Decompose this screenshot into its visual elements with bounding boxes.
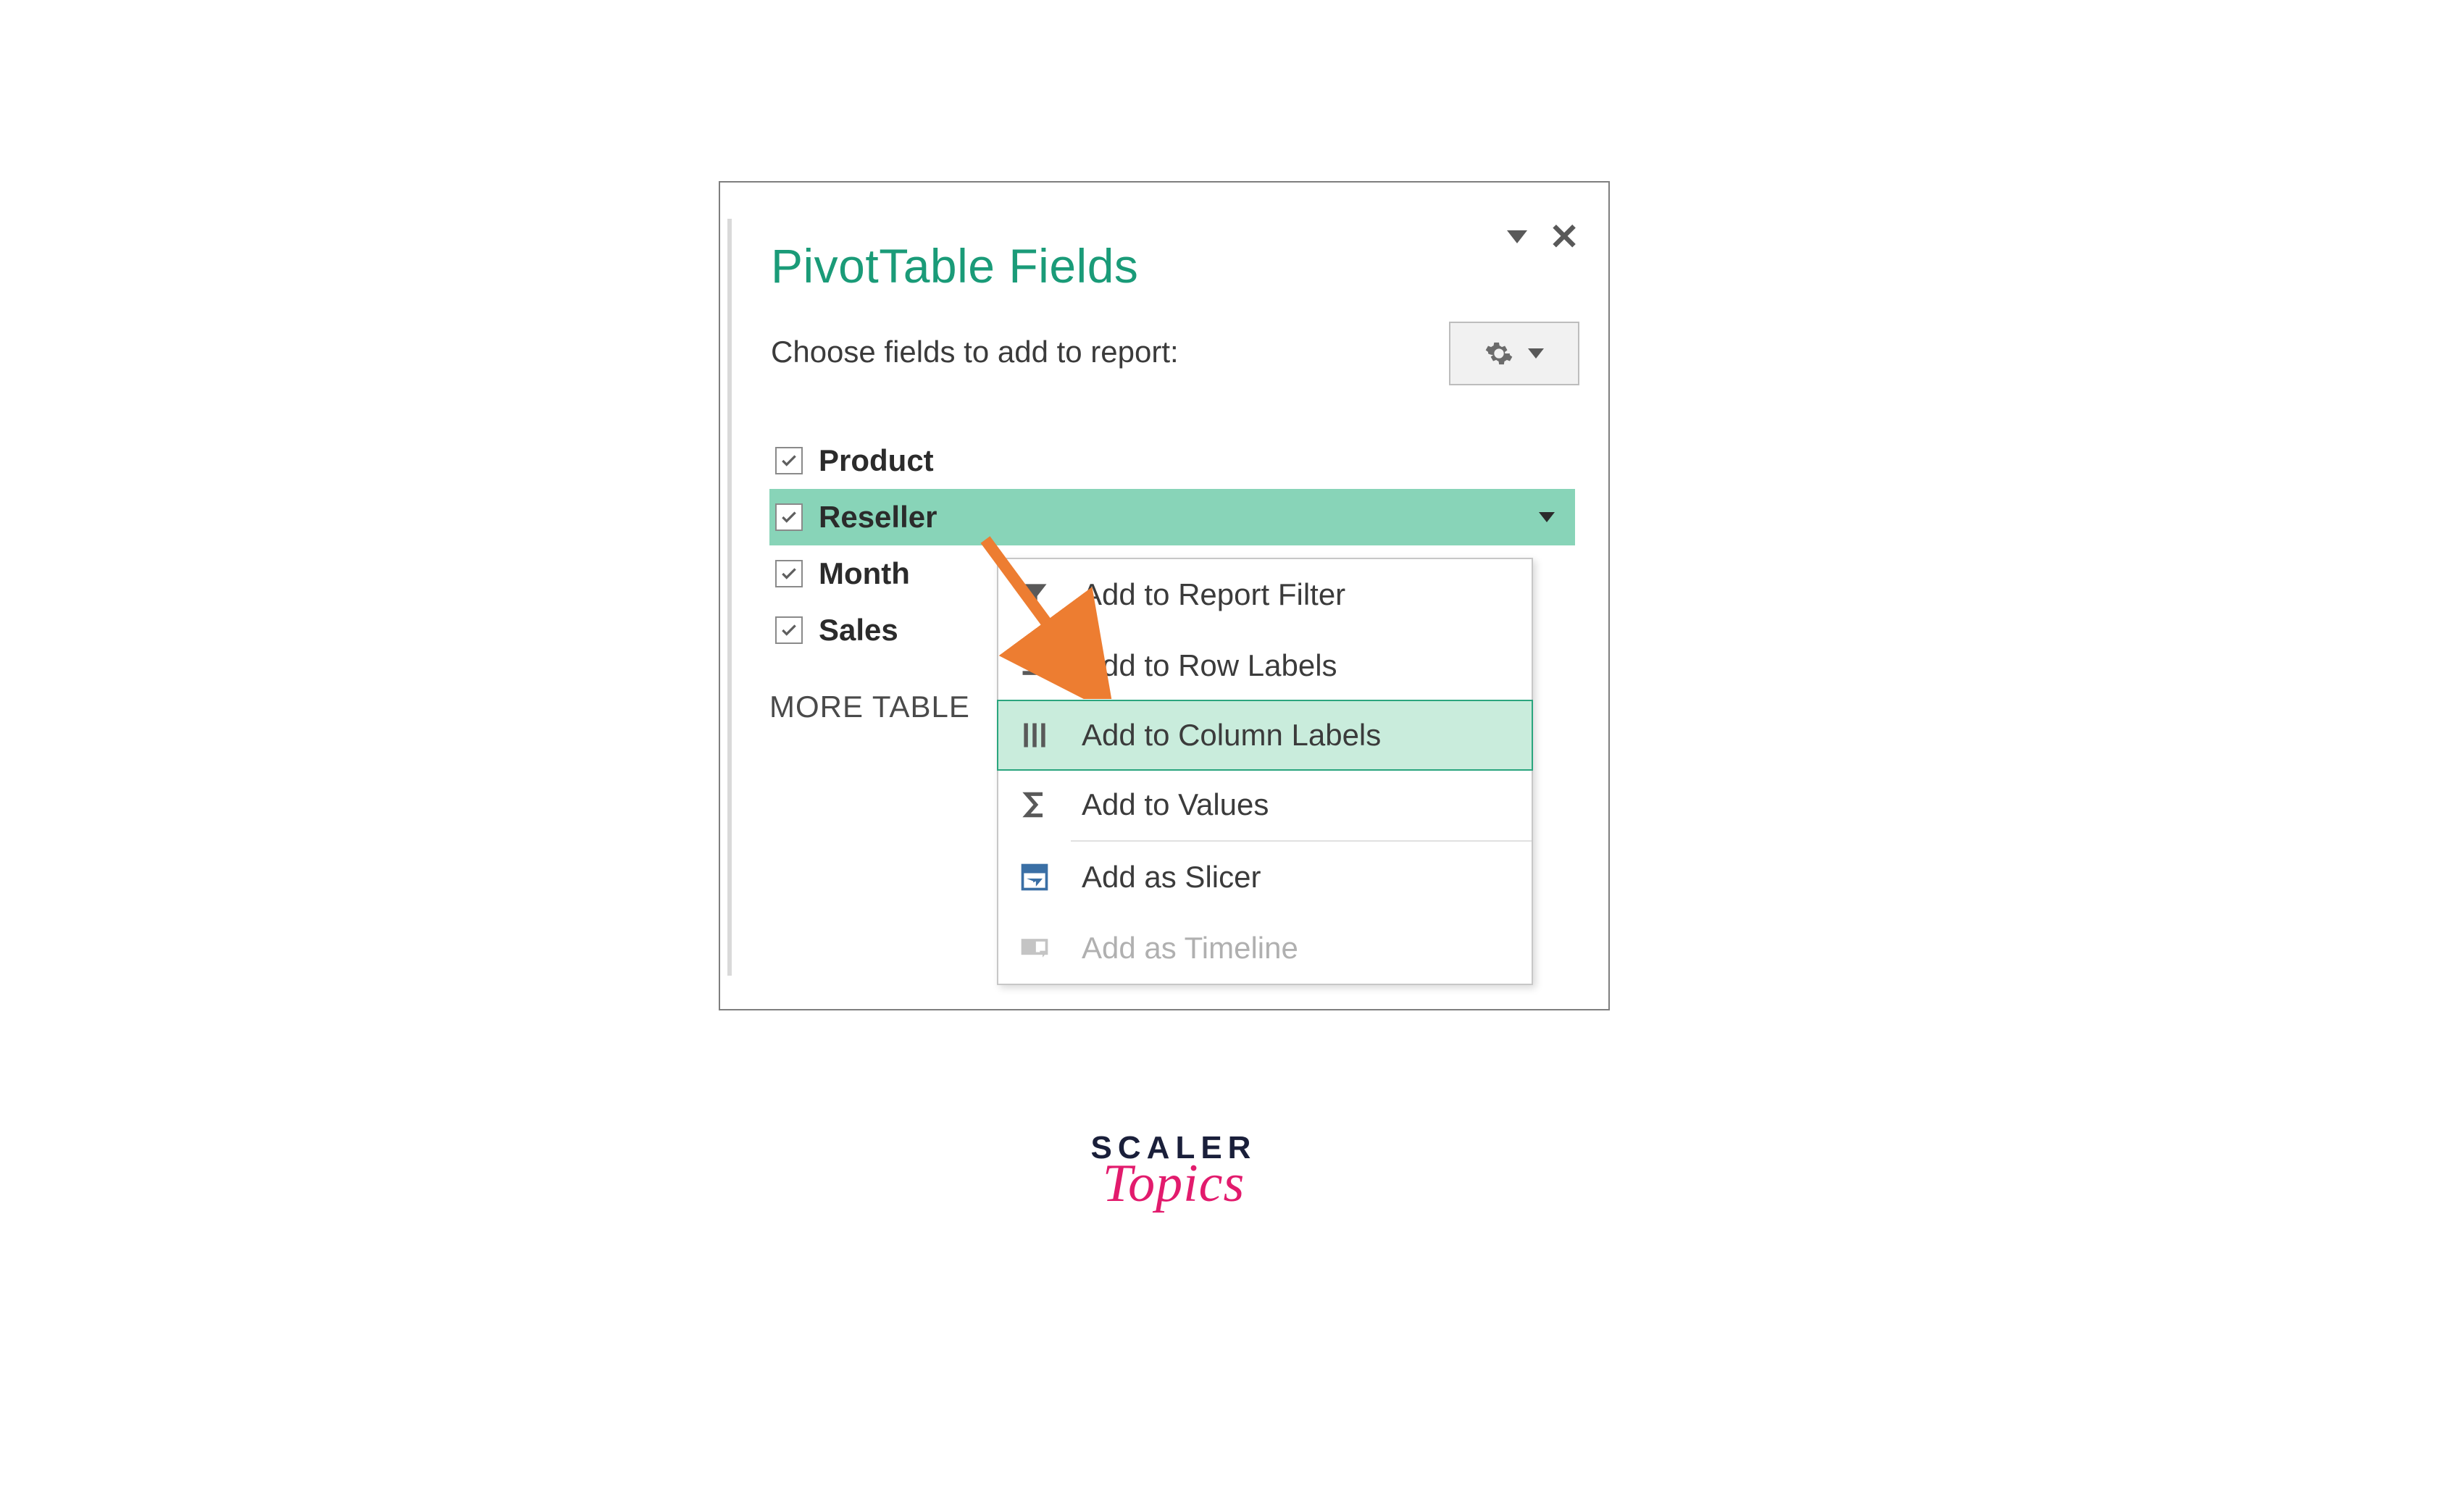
menu-label: Add to Column Labels: [1082, 718, 1381, 753]
panel-drag-handle[interactable]: [727, 219, 732, 976]
row-labels-icon: [1016, 648, 1053, 684]
chevron-down-icon: [1528, 348, 1544, 359]
checkbox-reseller[interactable]: [775, 503, 803, 531]
menu-label: Add to Row Labels: [1082, 648, 1337, 683]
sigma-icon: [1016, 787, 1053, 823]
close-icon[interactable]: ✕: [1549, 219, 1579, 255]
gear-icon: [1484, 339, 1513, 368]
field-label: Product: [819, 443, 934, 478]
menu-item-timeline: Add as Timeline: [998, 913, 1532, 984]
panel-title-actions: ✕: [1507, 219, 1579, 255]
funnel-icon: [1016, 577, 1053, 613]
panel-title: PivotTable Fields: [771, 238, 1138, 293]
menu-item-slicer[interactable]: Add as Slicer: [998, 842, 1532, 913]
field-label: Sales: [819, 613, 898, 648]
field-label: Reseller: [819, 500, 937, 535]
panel-subtitle-row: Choose fields to add to report:: [771, 335, 1579, 369]
field-label: Month: [819, 556, 910, 591]
scaler-topics-logo: SCALER Topics: [1058, 1130, 1290, 1215]
panel-subtitle: Choose fields to add to report:: [771, 335, 1179, 369]
menu-item-values[interactable]: Add to Values: [998, 769, 1532, 840]
menu-label: Add as Timeline: [1082, 931, 1298, 966]
field-row-reseller[interactable]: Reseller: [769, 489, 1575, 545]
column-labels-icon: [1016, 717, 1053, 753]
menu-item-row-labels[interactable]: Add to Row Labels: [998, 630, 1532, 701]
field-row-product[interactable]: Product: [769, 432, 1575, 489]
menu-label: Add to Report Filter: [1082, 577, 1345, 612]
checkbox-month[interactable]: [775, 560, 803, 587]
slicer-icon: [1016, 859, 1053, 895]
field-context-menu: Add to Report Filter Add to Row Labels A…: [997, 558, 1533, 985]
menu-item-report-filter[interactable]: Add to Report Filter: [998, 559, 1532, 630]
timeline-icon: [1016, 930, 1053, 966]
checkmark-icon: [780, 621, 798, 640]
checkmark-icon: [780, 564, 798, 583]
more-tables-link[interactable]: MORE TABLE: [769, 690, 970, 724]
checkmark-icon: [780, 451, 798, 470]
panel-title-row: PivotTable Fields ✕: [771, 233, 1579, 298]
checkmark-icon: [780, 508, 798, 527]
checkbox-sales[interactable]: [775, 616, 803, 644]
field-list-options-button[interactable]: [1449, 322, 1579, 385]
panel-options-dropdown-icon[interactable]: [1507, 230, 1527, 243]
checkbox-product[interactable]: [775, 447, 803, 474]
menu-label: Add as Slicer: [1082, 860, 1261, 895]
field-dropdown-icon[interactable]: [1539, 512, 1555, 522]
menu-label: Add to Values: [1082, 787, 1269, 822]
menu-item-column-labels[interactable]: Add to Column Labels: [997, 700, 1533, 771]
